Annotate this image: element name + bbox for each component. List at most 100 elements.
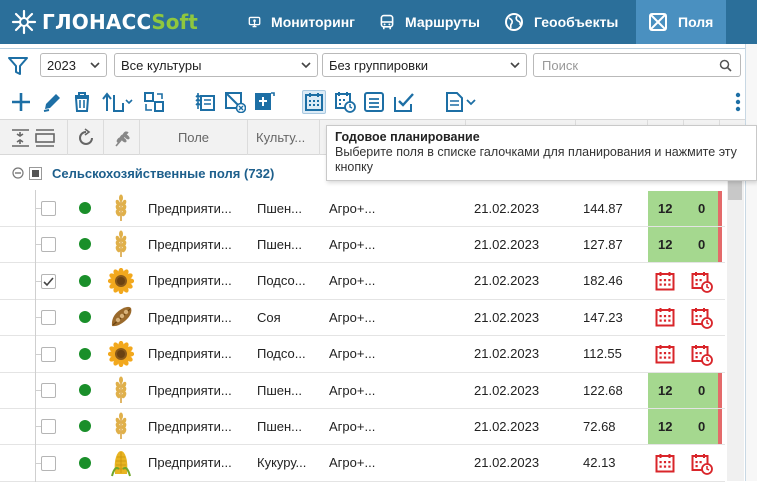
copy-fields-button[interactable]: [142, 90, 166, 114]
table-row[interactable]: Предприяти... Подсо... Агро+... 21.02.2023 1…: [0, 262, 725, 300]
status-bar: [718, 409, 722, 445]
crop-assign-button[interactable]: [193, 90, 217, 114]
wheat-icon: [108, 190, 134, 226]
search-input[interactable]: Поиск: [533, 53, 741, 77]
globe-icon: [505, 13, 523, 31]
row-checkbox[interactable]: [41, 383, 56, 398]
row-checkbox[interactable]: [41, 201, 56, 216]
nav-fields[interactable]: Поля: [636, 0, 726, 44]
wheat-icon: [108, 408, 134, 444]
date: 21.02.2023: [474, 236, 540, 252]
plus-icon: [12, 93, 30, 111]
row-checkbox[interactable]: [41, 237, 56, 253]
annual-planning-button[interactable]: [302, 90, 326, 114]
table-row[interactable]: Предприяти... Пшен... Агро+... 21.02.2023 72…: [0, 408, 725, 446]
field-add-icon: [255, 92, 275, 110]
import-export-button[interactable]: [100, 90, 134, 114]
header-crop[interactable]: Культу...: [248, 120, 320, 155]
wheat-icon: [108, 372, 134, 408]
row-checkbox[interactable]: [41, 310, 56, 326]
organization: Агро+...: [329, 236, 376, 252]
schedule-button[interactable]: [333, 90, 357, 114]
add-button[interactable]: [9, 90, 33, 114]
expand-collapse-icon: [11, 128, 55, 147]
header-crop-icon[interactable]: [104, 120, 140, 155]
group-checkbox[interactable]: [29, 166, 42, 180]
chevron-down-icon: [510, 62, 520, 69]
crop-name: Соя: [257, 309, 281, 325]
tooltip-text: Выберите поля в списке галочками для пла…: [335, 145, 737, 174]
trash-icon: [74, 92, 90, 112]
header-expand-collapse[interactable]: [0, 120, 68, 155]
plan-count: 12: [658, 382, 673, 398]
table-row[interactable]: Предприяти... Соя Агро+... 21.02.2023 147.23: [0, 299, 725, 337]
field-icon: [649, 13, 667, 31]
row-checkbox[interactable]: [41, 273, 56, 289]
add-to-group-button[interactable]: [252, 90, 276, 114]
scrollbar[interactable]: [727, 156, 744, 481]
status-dot: [79, 347, 91, 360]
crops-select[interactable]: Все культуры: [114, 53, 318, 77]
organization: Агро+...: [329, 382, 376, 398]
table-row[interactable]: Предприяти... Пшен... Агро+... 21.02.2023 12…: [0, 372, 725, 409]
plan-zero: 0: [698, 200, 706, 216]
crop-field-icon: [195, 93, 215, 111]
field-name: Предприяти...: [148, 236, 232, 252]
organization: Агро+...: [329, 273, 376, 289]
delete-button[interactable]: [70, 90, 94, 114]
report-button[interactable]: [444, 90, 478, 114]
calendar-clock-icon[interactable]: [691, 271, 713, 293]
filter-icon[interactable]: [4, 52, 32, 80]
collapse-icon[interactable]: [12, 167, 24, 179]
row-checkbox[interactable]: [41, 419, 56, 435]
header-status[interactable]: [68, 120, 104, 155]
row-checkbox[interactable]: [41, 346, 56, 362]
calendar-icon[interactable]: [655, 307, 675, 327]
nav-geoobjects-label: Геообъекты: [534, 14, 619, 30]
calendar-icon[interactable]: [655, 271, 675, 291]
field-name: Предприяти...: [148, 273, 232, 289]
crop-name: Пшен...: [257, 200, 303, 216]
nav-routes[interactable]: Маршруты: [367, 0, 492, 44]
date: 21.02.2023: [474, 346, 540, 362]
approve-button[interactable]: [392, 90, 416, 114]
nav-geoobjects[interactable]: Геообъекты: [492, 0, 636, 44]
crops-select-value: Все культуры: [121, 57, 202, 73]
date: 21.02.2023: [474, 455, 540, 471]
nav-routes-label: Маршруты: [405, 14, 480, 30]
refresh-icon: [78, 127, 93, 145]
calendar-clock-icon[interactable]: [691, 307, 713, 330]
plan-count: 12: [658, 418, 673, 434]
edit-button[interactable]: [40, 90, 64, 114]
logo-text-glonass: ГЛОНАСС: [42, 10, 152, 34]
table-row[interactable]: Предприяти... Пшен... Агро+... 21.02.2023 14…: [0, 190, 725, 227]
clear-crop-button[interactable]: [223, 90, 247, 114]
row-checkbox[interactable]: [41, 455, 56, 471]
table-row[interactable]: Предприяти... Пшен... Агро+... 21.02.2023 12…: [0, 226, 725, 264]
area: 112.55: [583, 346, 622, 362]
calendar-clock-icon[interactable]: [691, 344, 713, 366]
year-select[interactable]: 2023: [40, 53, 107, 77]
plan-count: 12: [658, 236, 673, 252]
map-edge: [745, 44, 757, 481]
nav-fields-label: Поля: [678, 14, 714, 30]
status-dot: [79, 384, 91, 396]
crop-name: Пшен...: [257, 236, 303, 252]
logo-icon: [11, 9, 37, 35]
search-placeholder: Поиск: [542, 57, 579, 73]
crop-name: Пшен...: [257, 382, 303, 398]
list-button[interactable]: [362, 90, 386, 114]
chevron-down-icon: [301, 62, 311, 69]
year-select-value: 2023: [47, 57, 76, 73]
header-field[interactable]: Поле: [140, 120, 248, 155]
table-row[interactable]: Предприяти... Кукуру... Агро+... 21.02.2023…: [0, 444, 725, 482]
nav-monitoring[interactable]: Мониторинг: [236, 0, 367, 44]
table-row[interactable]: Предприяти... Подсо... Агро+... 21.02.2023 1…: [0, 335, 725, 373]
grouping-select[interactable]: Без группировки: [322, 53, 527, 77]
calendar-clock-icon[interactable]: [691, 453, 713, 475]
scrollbar-thumb[interactable]: [728, 180, 742, 200]
calendar-icon[interactable]: [655, 344, 675, 364]
app-logo[interactable]: ГЛОНАСС Soft: [0, 0, 236, 44]
calendar-icon[interactable]: [655, 453, 675, 473]
search-icon: [719, 59, 732, 72]
